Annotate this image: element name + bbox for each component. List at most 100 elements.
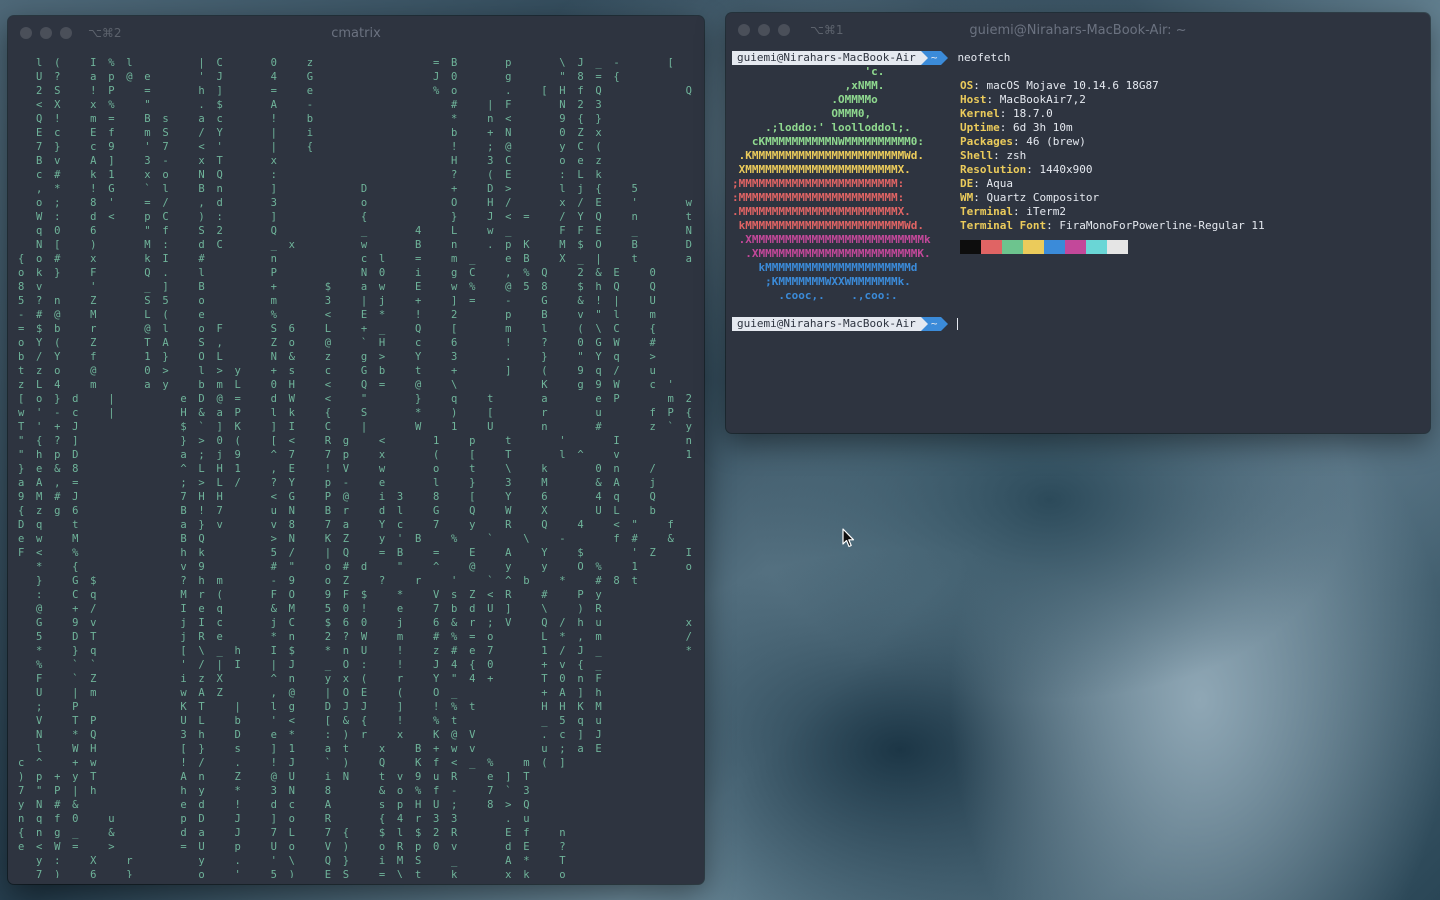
matrix-row: 7 ) 6 } o ' 5 ) E S = \ t k x k o W 5 y … xyxy=(36,869,569,878)
prompt-dir: ~ xyxy=(927,51,942,65)
logo-line: .XMMMMMMMMMMMMMMMMMMMMMMMMMMk xyxy=(732,233,931,246)
window-controls xyxy=(738,13,790,47)
matrix-row: { n g _ & d a J 7 L 7 { $ l $ 2 R E f n … xyxy=(18,827,569,839)
info-value: zsh xyxy=(1006,149,1027,162)
matrix-row: o Y ( Z T A S , Z o @ ` H c 6 ! ? 0 G W … xyxy=(18,337,698,349)
matrix-row: n q f 0 u p D J ] o R { 4 r 3 3 . u Y [ … xyxy=(18,813,533,825)
matrix-row: y N # & e d ! d c A s p H U ; 8 > Q a Q … xyxy=(18,799,533,811)
logo-line: 'c. xyxy=(732,65,885,78)
matrix-row: a A , = ; > L / ? Y p - e l } 3 M & A j … xyxy=(18,477,659,489)
matrix-row: < X x % " . $ A - # | F N 2 3 - xyxy=(18,99,698,111)
powerline-separator-icon xyxy=(941,51,949,65)
zoom-button[interactable] xyxy=(60,27,72,39)
info-key: Resolution xyxy=(960,163,1027,176)
matrix-row: o ; 8 ' = / , d 3 o O H / x / E ' w e xyxy=(18,197,698,209)
logo-line: XMMMMMMMMMMMMMMMMMMMMMMMX. xyxy=(732,163,911,176)
color-swatch xyxy=(1044,240,1065,254)
logo-line: .XMMMMMMMMMMMMMMMMMMMMMMMMK. xyxy=(732,247,931,260)
color-palette xyxy=(960,240,1265,254)
matrix-row: * { v 9 # " o # d " ^ @ y y O % 1 o U ] … xyxy=(36,561,695,573)
minimize-button[interactable] xyxy=(758,24,770,36)
info-key: Host xyxy=(960,93,987,106)
matrix-row: b / Y f 1 } O L N & z g > Y 3 . } " Y q … xyxy=(18,351,698,363)
matrix-row: ) p + y T A n Z @ U i N t v 9 u R e ] T … xyxy=(18,771,533,783)
text-cursor[interactable] xyxy=(957,318,959,330)
matrix-row: : C q M r ( F O 9 F $ * V s Z < R # P y … xyxy=(36,589,605,601)
zoom-button[interactable] xyxy=(778,24,790,36)
info-value: MacBookAir7,2 xyxy=(999,93,1086,106)
prompt-host: guiemi@Nirahars-MacBook-Air xyxy=(732,317,921,331)
color-swatch xyxy=(981,240,1002,254)
prompt-host: guiemi@Nirahars-MacBook-Air xyxy=(732,51,921,65)
matrix-row: * } q [ \ _ h I $ * n U ! z # e 7 1 / J … xyxy=(36,645,695,657)
info-value: iTerm2 xyxy=(1026,205,1066,218)
terminal-window[interactable]: ⌥⌘1 guiemi@Nirahars-MacBook-Air: ~ guiem… xyxy=(726,13,1430,433)
logo-line: .KMMMMMMMMMMMMMMMMMMMMMMMWd. xyxy=(732,149,925,162)
info-key: Packages xyxy=(960,135,1013,148)
matrix-row: w ' - c | H & a P l k { S * ) [ r u f P … xyxy=(18,407,695,419)
terminal-output[interactable]: guiemi@Nirahars-MacBook-Air ~ neofetch '… xyxy=(732,51,1422,427)
logo-line: kMMMMMMMMMMMMMMMMMMMMMMd xyxy=(732,261,918,274)
command-text: neofetch xyxy=(957,51,1011,64)
matrix-row: G 9 v j I c j C $ 6 0 j 6 & r ; V Q / h … xyxy=(36,617,695,629)
close-button[interactable] xyxy=(738,24,750,36)
info-line xyxy=(960,65,1265,79)
info-key: WM xyxy=(960,191,974,204)
matrix-rain-output: l ( I % l | C 0 z = B p \ J _ - [ a c b … xyxy=(18,56,698,878)
info-line: OS: macOS Mojave 10.14.6 18G87 xyxy=(960,79,1159,92)
logo-line: OMMM0, xyxy=(732,107,872,120)
matrix-row: c ^ + w ! / . ! J ` ) Q K f < _ % m ( ] … xyxy=(18,757,569,769)
info-key: OS xyxy=(960,79,974,92)
cmatrix-titlebar[interactable]: ⌥⌘2 cmatrix xyxy=(8,16,704,50)
matrix-row: t z o @ 0 > l > y + s c G b t + ] ( 9 q … xyxy=(18,365,698,377)
system-info: OS: macOS Mojave 10.14.6 18G87 Host: MacB… xyxy=(956,65,1265,303)
logo-line: .;loddo:' loolloddol;. xyxy=(732,121,911,134)
matrix-row: , * ! G ` l B n ] D + D > l j { 5 $ xyxy=(18,183,698,195)
matrix-row: 2 S ! P = h ] = e % o . [ H f Q Q B { xyxy=(36,85,695,97)
matrix-row: 7 " P | h h y * 3 N 8 & o % f - 7 ` 3 w … xyxy=(18,785,533,797)
logo-line: ,xNMM. xyxy=(732,79,885,92)
powerline-separator-icon xyxy=(920,317,928,331)
powerline-separator-icon xyxy=(920,51,928,65)
matrix-row: W : d < p C ) : ] { } J < = / Y Q n t v xyxy=(18,211,698,223)
info-key: Kernel xyxy=(960,107,1000,120)
logo-line: ;KMMMMMMMWXXWMMMMMMMk. xyxy=(732,275,911,288)
info-value: Aqua xyxy=(986,177,1014,190)
prompt-line[interactable]: guiemi@Nirahars-MacBook-Air ~ xyxy=(732,317,1422,331)
info-value: 1440x900 xyxy=(1039,163,1093,176)
info-line: Shell: zsh xyxy=(960,149,1027,162)
info-value: macOS Mojave 10.14.6 18G87 xyxy=(986,79,1159,92)
info-line: Packages: 46 (brew) xyxy=(960,135,1086,148)
matrix-row: Q ! m = B s a c ! b * n < 9 { } e xyxy=(18,113,698,125)
matrix-row: e < W = > = U p U o V ) o R p 0 v d E ? … xyxy=(18,841,569,853)
info-value: Quartz Compositor xyxy=(986,191,1100,204)
info-line: Uptime: 6d 3h 10m xyxy=(960,121,1073,134)
matrix-row: e w M B Q > N K Z y ' B % ` \ - f # & s … xyxy=(18,533,677,545)
info-line: DE: Aqua xyxy=(960,177,1014,190)
terminal-titlebar[interactable]: ⌥⌘1 guiemi@Nirahars-MacBook-Air: ~ xyxy=(726,13,1430,47)
matrix-row: 5 ? n Z S 5 o m 3 | j + ] = - G & ! | U … xyxy=(18,295,698,307)
logo-line: cKMMMMMMMMMMNWMMMMMMMMMM0: xyxy=(732,135,925,148)
color-swatch xyxy=(1086,240,1107,254)
matrix-row: U ? a p @ e ' J 4 G J 0 g " 8 = { K G x xyxy=(36,71,623,83)
matrix-row: 7 } c 9 ' 7 < ' | { ! ; @ y C ( w xyxy=(18,141,698,153)
apple-logo-ascii: 'c. ,xNMM. .OMMMMo OMMM0, .;loddo:' lool… xyxy=(732,65,956,303)
matrix-row: E c E f m S / Y | i b + N 0 Z x ? xyxy=(18,127,698,139)
matrix-row: U | m w A Z , @ | O E ( O _ + A ] h ( \ … xyxy=(36,687,605,699)
minimize-button[interactable] xyxy=(40,27,52,39)
powerline-separator-icon xyxy=(941,317,949,331)
matrix-row: 8 v ' _ ] B + $ a w E w % @ 5 8 $ h Q Q … xyxy=(18,281,698,293)
matrix-row: N [ ) M : d C _ x w B n . p K M $ O B D … xyxy=(18,239,698,251)
matrix-row: q 0 6 " f S 2 Q _ 4 L w _ F F E _ N & xyxy=(18,225,698,237)
matrix-row: N * Q 3 h D e * : ) r x K @ V . c ] J K … xyxy=(36,729,605,741)
close-button[interactable] xyxy=(20,27,32,39)
matrix-row: { o # x k I # n c l = m _ e B X _ | t a … xyxy=(18,253,698,265)
prompt-line: guiemi@Nirahars-MacBook-Air ~ neofetch xyxy=(732,51,1422,65)
logo-line: .cooc,. .,coo:. xyxy=(732,289,898,302)
info-key: Terminal Font xyxy=(960,219,1047,232)
info-value: FiraMonoForPowerline-Regular 11 xyxy=(1059,219,1265,232)
cmatrix-window[interactable]: ⌥⌘2 cmatrix l ( I % l | C 0 z = B p \ J … xyxy=(8,16,704,884)
matrix-row: 9 M # J 7 H H < G P @ i 3 8 [ Y 6 4 q Q … xyxy=(18,491,659,503)
matrix-row: [ o } d | e D @ = d W < " } q t a e P m … xyxy=(18,393,695,405)
matrix-row: % ` ` ' / | I | J _ O : ! J 4 { 0 + v { … xyxy=(36,659,605,671)
